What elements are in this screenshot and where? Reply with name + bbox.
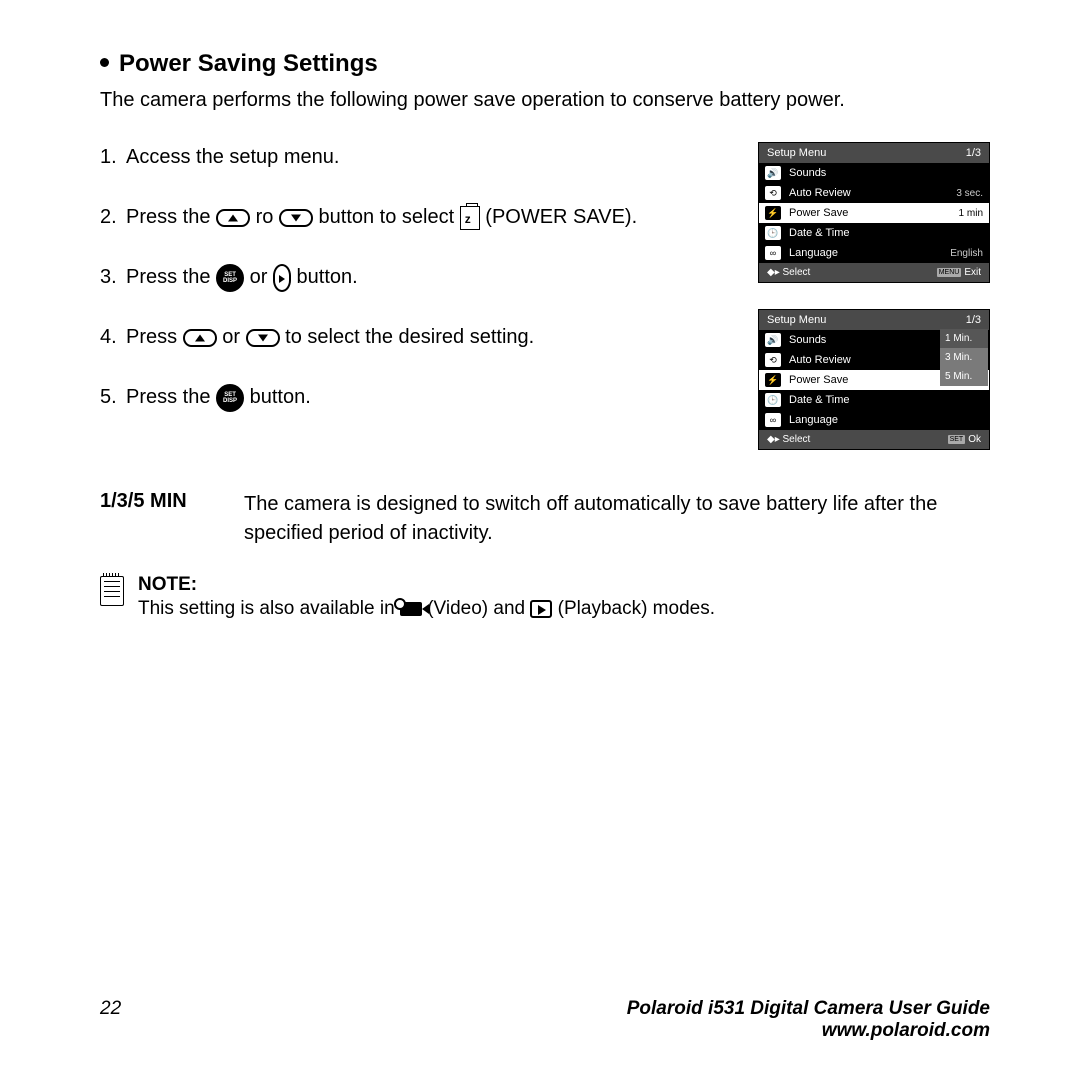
language-icon: ∞: [765, 413, 781, 427]
guide-url: www.polaroid.com: [822, 1020, 990, 1041]
set-disp-button-icon: SETDISP: [216, 264, 244, 292]
clock-icon: 🕒: [765, 393, 781, 407]
menu-title: Setup Menu: [767, 147, 826, 159]
option-3min: 3 Min.: [940, 348, 988, 367]
power-save-icon: ⚡: [765, 206, 781, 220]
sound-icon: 🔊: [765, 333, 781, 347]
step-4-text-a: Press: [126, 326, 183, 348]
menu-row-date-time: 🕒Date & Time: [759, 390, 989, 410]
guide-title: Polaroid i531 Digital Camera User Guide: [627, 998, 990, 1019]
menu-row-auto-review: ⟲Auto Review3 sec.: [759, 183, 989, 203]
step-2-text-c: button to select: [319, 206, 460, 228]
description-row: 1/3/5 MIN The camera is designed to swit…: [100, 490, 990, 548]
clock-icon: 🕒: [765, 226, 781, 240]
footer-select: ◆▸ Select: [767, 267, 810, 278]
power-save-icon: [460, 206, 480, 230]
video-mode-icon: [400, 602, 422, 616]
menu-page: 1/3: [966, 147, 981, 159]
page-footer: 22 Polaroid i531 Digital Camera User Gui…: [100, 998, 990, 1042]
sound-icon: 🔊: [765, 166, 781, 180]
step-4-text-c: to select the desired setting.: [285, 326, 534, 348]
note-title: NOTE:: [138, 574, 715, 596]
step-3: 3. Press the SETDISP or button.: [100, 262, 728, 292]
menu-row-sounds: 🔊Sounds: [759, 163, 989, 183]
footer-exit: MENUExit: [937, 267, 981, 278]
step-4: 4. Press or to select the desired settin…: [100, 322, 728, 352]
step-3-text-c: button.: [297, 266, 358, 288]
description-value: The camera is designed to switch off aut…: [244, 490, 990, 548]
step-2-text-d: (POWER SAVE).: [485, 206, 637, 228]
step-2-text-a: Press the: [126, 206, 216, 228]
set-disp-button-icon: SETDISP: [216, 384, 244, 412]
note-text: This setting is also available in (Video…: [138, 598, 715, 620]
footer-select: ◆▸ Select: [767, 434, 810, 445]
menu-row-language: ∞LanguageEnglish: [759, 243, 989, 263]
step-3-text-a: Press the: [126, 266, 216, 288]
playback-mode-icon: [530, 600, 552, 618]
step-2: 2. Press the ro button to select (POWER …: [100, 202, 728, 232]
section-heading: Power Saving Settings: [100, 50, 990, 78]
review-icon: ⟲: [765, 353, 781, 367]
power-save-icon: ⚡: [765, 373, 781, 387]
menu-row-language: ∞Language: [759, 410, 989, 430]
options-column: 1 Min. 3 Min. 5 Min.: [940, 329, 988, 386]
step-1: 1.Access the setup menu.: [100, 142, 728, 172]
option-1min: 1 Min.: [940, 329, 988, 348]
setup-menu-screenshot-2: Setup Menu 1/3 🔊Sounds ⟲Auto Review ⚡Pow…: [758, 309, 990, 450]
menu-row-power-save: ⚡Power Save1 min: [759, 203, 989, 223]
right-button-icon: [273, 264, 291, 292]
step-2-text-b: ro: [256, 206, 279, 228]
note-row: NOTE: This setting is also available in …: [100, 574, 990, 620]
down-button-icon: [279, 209, 313, 227]
language-icon: ∞: [765, 246, 781, 260]
steps-list: 1.Access the setup menu. 2. Press the ro…: [100, 142, 728, 450]
description-key: 1/3/5 MIN: [100, 490, 220, 548]
intro-text: The camera performs the following power …: [100, 86, 990, 114]
step-3-text-b: or: [250, 266, 273, 288]
up-button-icon: [183, 329, 217, 347]
review-icon: ⟲: [765, 186, 781, 200]
step-4-text-b: or: [222, 326, 245, 348]
screenshot-column: Setup Menu 1/3 🔊Sounds ⟲Auto Review3 sec…: [758, 142, 990, 450]
step-1-text: Access the setup menu.: [126, 142, 728, 172]
step-5-text-b: button.: [250, 386, 311, 408]
page-number: 22: [100, 998, 121, 1042]
bullet-icon: [100, 58, 109, 67]
option-5min: 5 Min.: [940, 367, 988, 386]
note-icon: [100, 576, 124, 606]
step-5: 5. Press the SETDISP button.: [100, 382, 728, 412]
up-button-icon: [216, 209, 250, 227]
menu-row-date-time: 🕒Date & Time: [759, 223, 989, 243]
menu-page: 1/3: [966, 314, 981, 326]
setup-menu-screenshot-1: Setup Menu 1/3 🔊Sounds ⟲Auto Review3 sec…: [758, 142, 990, 283]
down-button-icon: [246, 329, 280, 347]
footer-ok: SETOk: [948, 434, 981, 445]
menu-title: Setup Menu: [767, 314, 826, 326]
step-5-text-a: Press the: [126, 386, 216, 408]
heading-text: Power Saving Settings: [119, 50, 378, 77]
